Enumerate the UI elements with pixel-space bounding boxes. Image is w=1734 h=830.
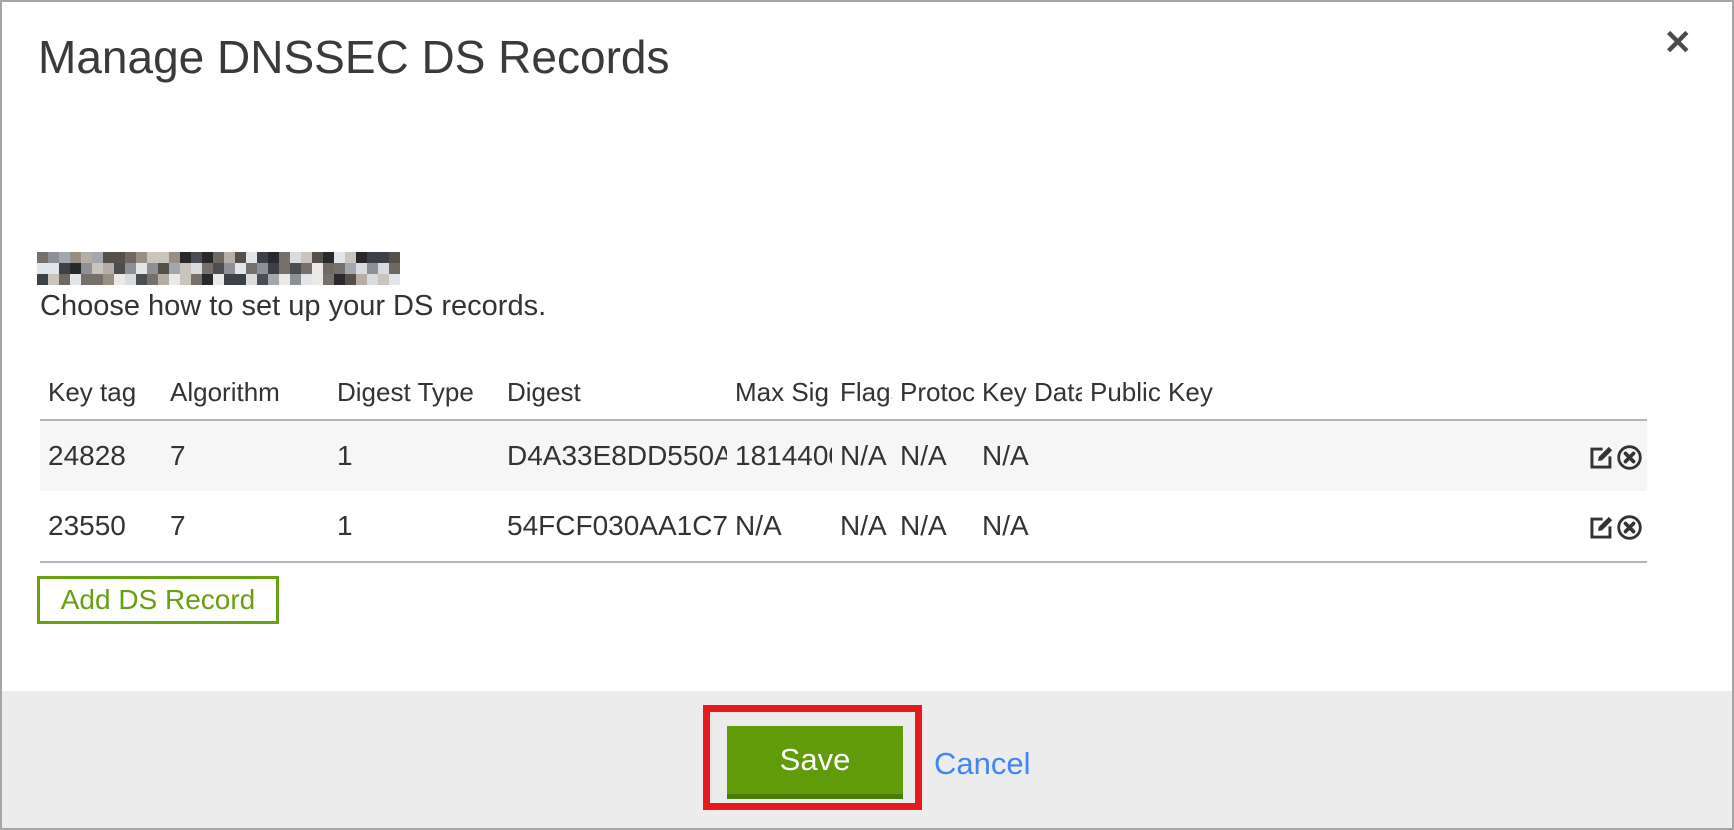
cell-digest: 54FCF030AA1C79...: [499, 491, 727, 562]
cell-algorithm: 7: [162, 420, 329, 491]
cell-protocol: N/A: [892, 491, 974, 562]
cell-flags: N/A: [832, 420, 892, 491]
redacted-domain: [37, 252, 400, 285]
dialog-title: Manage DNSSEC DS Records: [38, 30, 669, 84]
ds-records-table-wrap: Key tag Algorithm Digest Type Digest Max…: [40, 374, 1647, 563]
cell-actions: [1222, 420, 1647, 491]
add-ds-record-button[interactable]: Add DS Record: [37, 576, 279, 624]
dialog-subtitle: Choose how to set up your DS records.: [40, 290, 546, 323]
delete-icon[interactable]: [1616, 444, 1643, 471]
cancel-link[interactable]: Cancel: [934, 746, 1031, 782]
cell-key-tag: 23550: [40, 491, 162, 562]
cell-max-sig-life: N/A: [727, 491, 832, 562]
table-row: 24828 7 1 D4A33E8DD550A9... 1814400 N/A …: [40, 420, 1647, 491]
col-header-flags: Flags: [832, 374, 892, 420]
col-header-algorithm: Algorithm: [162, 374, 329, 420]
cell-digest: D4A33E8DD550A9...: [499, 420, 727, 491]
col-header-digest-type: Digest Type: [329, 374, 499, 420]
col-header-digest: Digest: [499, 374, 727, 420]
ds-records-table: Key tag Algorithm Digest Type Digest Max…: [40, 374, 1647, 563]
table-row: 23550 7 1 54FCF030AA1C79... N/A N/A N/A …: [40, 491, 1647, 562]
col-header-max-sig-life: Max Sig Life: [727, 374, 832, 420]
cell-public-key: [1082, 420, 1222, 491]
cell-key-data-alg: N/A: [974, 491, 1082, 562]
cell-protocol: N/A: [892, 420, 974, 491]
cell-digest-type: 1: [329, 420, 499, 491]
close-button[interactable]: ✕: [1664, 26, 1693, 60]
cell-max-sig-life: 1814400: [727, 420, 832, 491]
delete-icon[interactable]: [1616, 514, 1643, 541]
save-button[interactable]: Save: [727, 726, 903, 799]
cell-key-tag: 24828: [40, 420, 162, 491]
manage-dnssec-dialog: Manage DNSSEC DS Records ✕ Choose how to…: [0, 0, 1734, 830]
col-header-protocol: Protocol: [892, 374, 974, 420]
cell-algorithm: 7: [162, 491, 329, 562]
cell-key-data-alg: N/A: [974, 420, 1082, 491]
cell-digest-type: 1: [329, 491, 499, 562]
col-header-key-tag: Key tag: [40, 374, 162, 420]
edit-icon[interactable]: [1588, 514, 1615, 541]
col-header-key-data-alg: Key Data Alg: [974, 374, 1082, 420]
col-header-actions: [1222, 374, 1647, 420]
table-header-row: Key tag Algorithm Digest Type Digest Max…: [40, 374, 1647, 420]
cell-flags: N/A: [832, 491, 892, 562]
col-header-public-key: Public Key: [1082, 374, 1222, 420]
cell-public-key: [1082, 491, 1222, 562]
cell-actions: [1222, 491, 1647, 562]
edit-icon[interactable]: [1588, 444, 1615, 471]
